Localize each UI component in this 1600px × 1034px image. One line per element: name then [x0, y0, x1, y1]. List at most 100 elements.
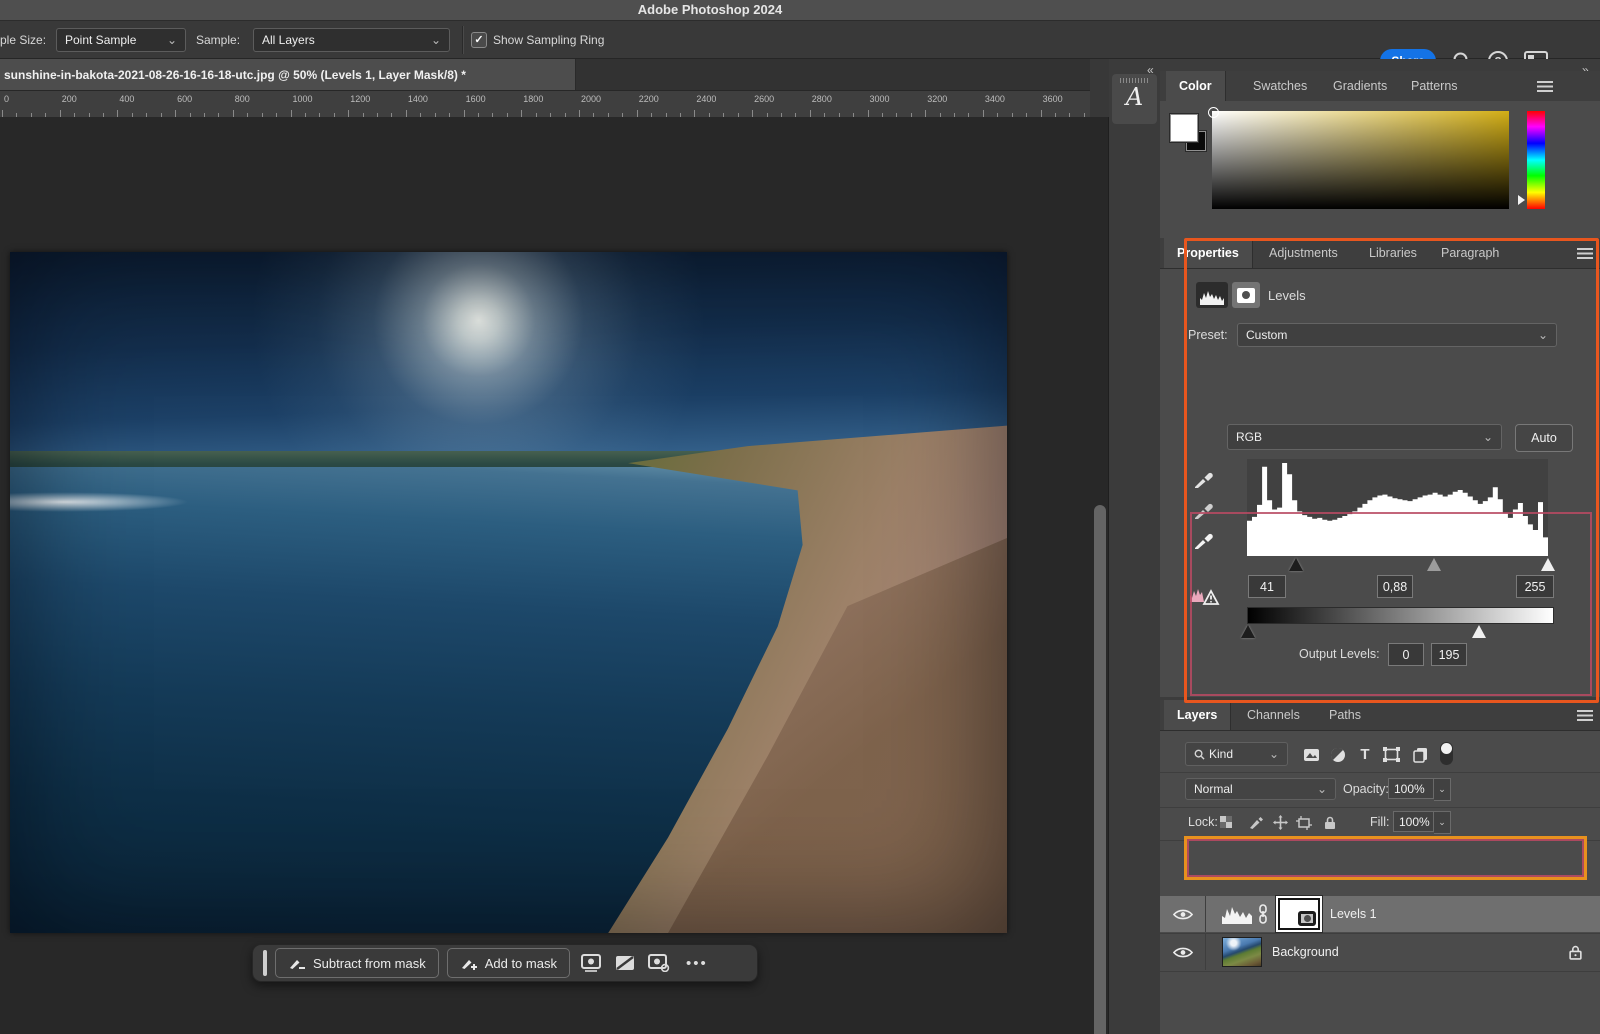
document-image[interactable] — [10, 252, 1007, 933]
layer-row-background[interactable]: Background — [1160, 934, 1600, 970]
add-to-mask-button[interactable]: Add to mask — [447, 948, 570, 978]
tab-paragraph[interactable]: Paragraph — [1428, 238, 1512, 268]
highlight-input-field[interactable]: 255 — [1516, 575, 1554, 598]
output-levels-gradient — [1247, 607, 1554, 624]
layer-filter-dropdown[interactable]: Kind⌄ — [1185, 742, 1288, 766]
output-highlight-field[interactable]: 195 — [1431, 643, 1467, 666]
layer-row-levels-1[interactable]: Levels 1 — [1160, 896, 1600, 932]
options-divider — [462, 26, 464, 54]
layers-panel-menu-icon[interactable] — [1577, 710, 1593, 721]
subtract-from-mask-button[interactable]: Subtract from mask — [275, 948, 439, 978]
input-gamma-slider[interactable] — [1427, 558, 1441, 571]
lock-artboard-icon[interactable] — [1294, 813, 1314, 832]
fill-chevron[interactable]: ⌄ — [1434, 811, 1451, 834]
sample-size-dropdown[interactable]: Point Sample⌄ — [56, 28, 186, 52]
lock-all-icon[interactable] — [1320, 813, 1340, 832]
output-shadow-slider[interactable] — [1241, 625, 1255, 638]
adjust-mask-button[interactable] — [578, 950, 604, 976]
search-icon — [1194, 749, 1205, 760]
layer-mask-thumbnail[interactable] — [1278, 898, 1320, 930]
disable-mask-button[interactable] — [612, 950, 638, 976]
color-panel-body — [1160, 101, 1600, 245]
input-shadow-slider[interactable] — [1289, 558, 1303, 571]
histogram-refresh-warning-icon[interactable] — [1190, 586, 1220, 608]
sample-size-label: ple Size: — [0, 33, 46, 47]
tab-gradients[interactable]: Gradients — [1320, 71, 1400, 101]
image-vignette — [10, 252, 1007, 933]
mask-options-button[interactable] — [646, 950, 672, 976]
lock-position-icon[interactable] — [1270, 813, 1290, 832]
blend-mode-dropdown[interactable]: Normal⌄ — [1185, 778, 1336, 800]
adjustment-title: Levels — [1268, 288, 1306, 303]
tab-patterns[interactable]: Patterns — [1398, 71, 1471, 101]
document-tab[interactable]: sunshine-in-bakota-2021-08-26-16-16-18-u… — [0, 59, 576, 90]
preset-dropdown[interactable]: Custom⌄ — [1237, 323, 1557, 347]
layer-name[interactable]: Levels 1 — [1330, 907, 1377, 921]
background-layer-thumbnail[interactable] — [1222, 937, 1262, 967]
layer-visibility-eye-icon[interactable] — [1160, 896, 1206, 932]
filter-pixel-layers-icon[interactable] — [1301, 745, 1321, 764]
filter-type-layers-icon[interactable]: T — [1355, 745, 1375, 764]
tab-adjustments[interactable]: Adjustments — [1256, 238, 1351, 268]
canvas-work-area — [0, 117, 1109, 1034]
tab-properties[interactable]: Properties — [1164, 238, 1253, 268]
layer-filter-toggle[interactable] — [1440, 742, 1453, 765]
show-sampling-ring-label: Show Sampling Ring — [493, 33, 604, 47]
tab-paths[interactable]: Paths — [1316, 700, 1374, 730]
chevron-down-icon: ⌄ — [1269, 747, 1279, 761]
ruler-label: 3000 — [870, 94, 890, 104]
ruler-label: 400 — [119, 94, 134, 104]
hue-slider-marker[interactable] — [1518, 195, 1525, 205]
channel-dropdown[interactable]: RGB⌄ — [1227, 424, 1502, 450]
lock-transparency-icon[interactable] — [1216, 813, 1236, 832]
tab-color[interactable]: Color — [1166, 71, 1226, 101]
tab-channels[interactable]: Channels — [1234, 700, 1313, 730]
white-point-eyedropper-icon[interactable] — [1193, 529, 1215, 551]
color-panel-menu-icon[interactable] — [1537, 81, 1553, 92]
foreground-color-swatch[interactable] — [1170, 114, 1198, 142]
opacity-value[interactable]: 100% — [1388, 778, 1434, 799]
taskbar-drag-handle[interactable] — [263, 950, 267, 976]
fill-value[interactable]: 100% — [1393, 811, 1434, 832]
lock-pixels-icon[interactable] — [1246, 813, 1266, 832]
hue-slider[interactable] — [1527, 111, 1545, 209]
shadow-input-field[interactable]: 41 — [1248, 575, 1286, 598]
filter-shape-layers-icon[interactable] — [1381, 745, 1401, 764]
layers-tab-bar: Layers Channels Paths — [1160, 700, 1600, 731]
chevron-down-icon: ⌄ — [167, 33, 177, 47]
filter-smart-objects-icon[interactable] — [1410, 745, 1430, 764]
tab-layers[interactable]: Layers — [1164, 700, 1231, 730]
gray-point-eyedropper-icon[interactable] — [1193, 499, 1215, 521]
auto-button[interactable]: Auto — [1515, 424, 1573, 452]
vertical-scrollbar-thumb[interactable] — [1094, 505, 1106, 1034]
panel-icon-tile[interactable]: A — [1112, 74, 1157, 124]
chevron-down-icon: ⌄ — [431, 33, 441, 47]
ruler-label: 3200 — [927, 94, 947, 104]
tab-swatches[interactable]: Swatches — [1240, 71, 1320, 101]
layer-name[interactable]: Background — [1272, 945, 1339, 959]
input-highlight-slider[interactable] — [1541, 558, 1555, 571]
tab-libraries[interactable]: Libraries — [1356, 238, 1430, 268]
brush-minus-icon — [288, 955, 306, 971]
output-highlight-slider[interactable] — [1472, 625, 1486, 638]
gamma-input-field[interactable]: 0,88 — [1377, 575, 1413, 598]
black-point-eyedropper-icon[interactable] — [1193, 468, 1215, 490]
taskbar-more-button[interactable]: ••• — [680, 955, 714, 972]
opacity-chevron[interactable]: ⌄ — [1434, 778, 1451, 801]
levels-adjustment-thumbnail[interactable] — [1222, 904, 1252, 924]
color-panel-tab-bar: Color Swatches Gradients Patterns — [1160, 71, 1600, 102]
ruler-label: 2000 — [581, 94, 601, 104]
ruler-label: 1400 — [408, 94, 428, 104]
output-shadow-field[interactable]: 0 — [1388, 643, 1424, 666]
color-field-picker[interactable] — [1208, 107, 1219, 118]
sample-layers-dropdown[interactable]: All Layers⌄ — [253, 28, 450, 52]
filter-adjustment-layers-icon[interactable] — [1328, 745, 1348, 764]
properties-panel-menu-icon[interactable] — [1577, 248, 1593, 259]
mask-link-icon[interactable] — [1258, 904, 1268, 924]
layer-visibility-eye-icon[interactable] — [1160, 934, 1206, 970]
chevron-down-icon: ⌄ — [1483, 430, 1493, 444]
show-sampling-ring-checkbox[interactable]: ✓ — [471, 32, 487, 48]
saturation-brightness-field[interactable] — [1212, 111, 1509, 209]
sample-label: Sample: — [196, 33, 240, 47]
ruler-label: 1000 — [293, 94, 313, 104]
